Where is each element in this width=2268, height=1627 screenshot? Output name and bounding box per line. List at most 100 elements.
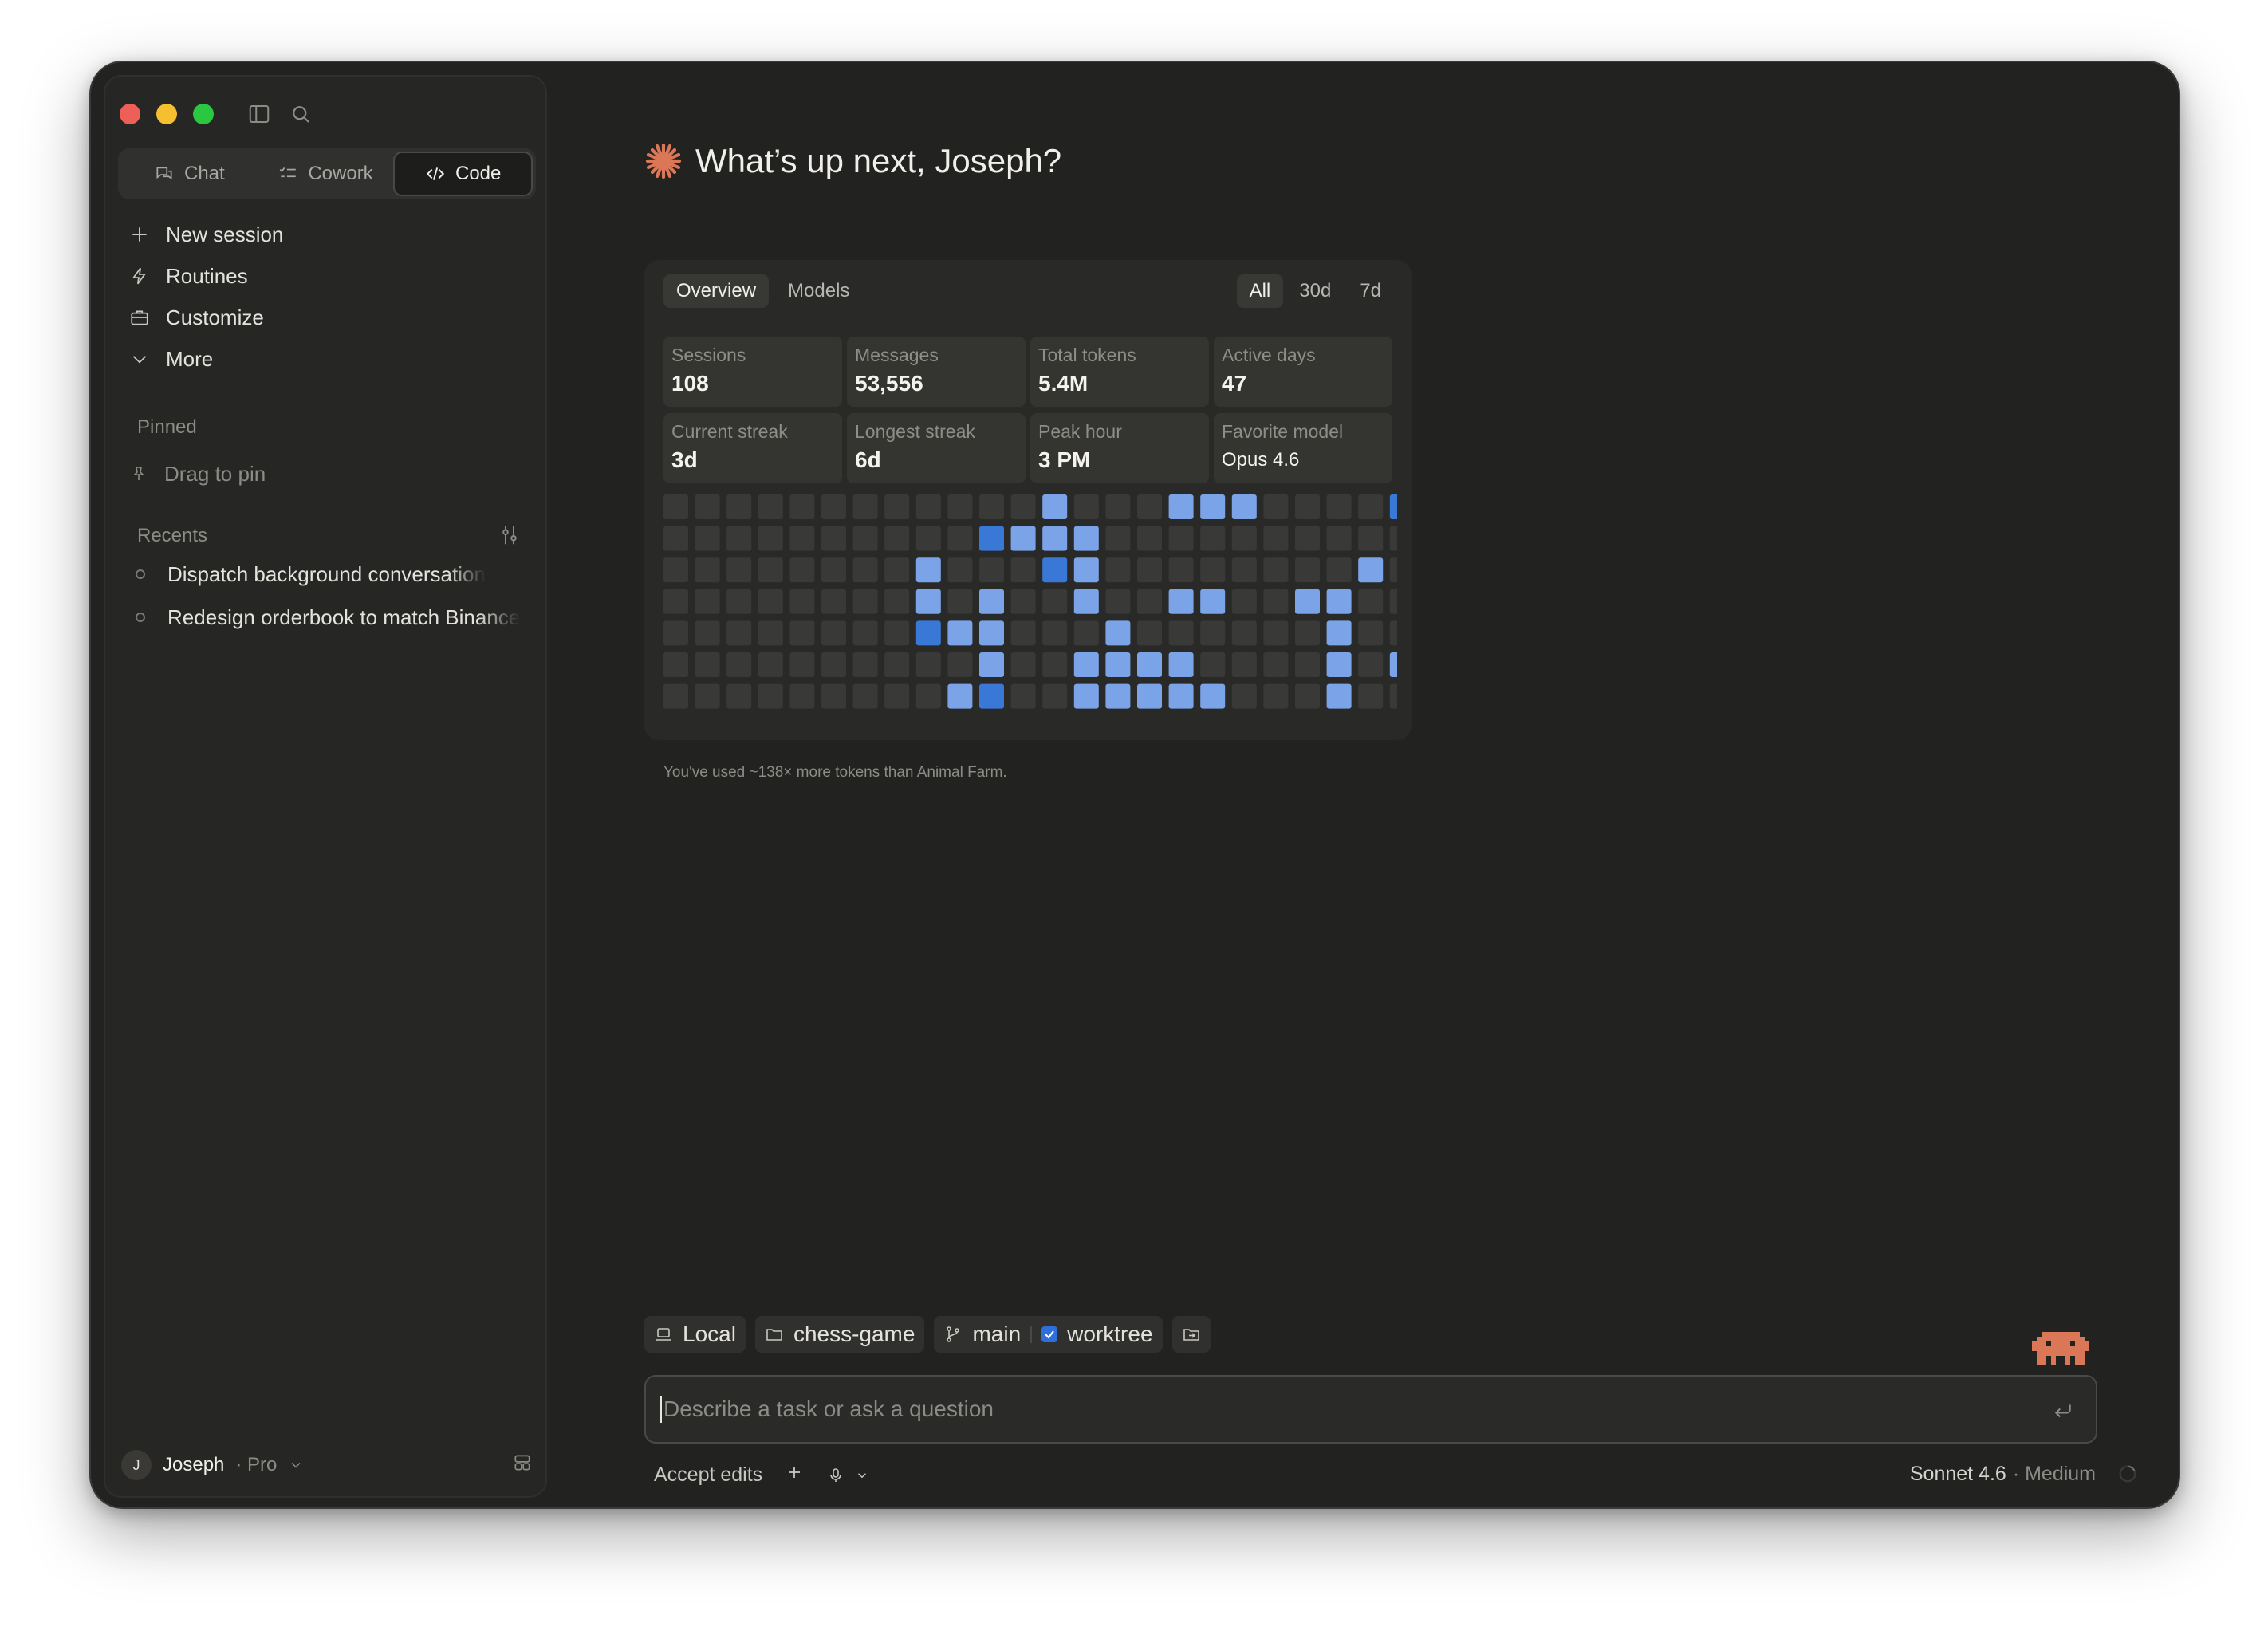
minimize-window-button[interactable]: [156, 104, 177, 124]
stat-label: Peak hour: [1038, 421, 1122, 442]
laptop-icon: [656, 1328, 671, 1341]
heatmap-cell: [726, 620, 752, 646]
heatmap-cell: [1389, 683, 1397, 709]
heatmap-cell: [1073, 557, 1099, 583]
heatmap-cell: [663, 557, 688, 583]
model-selector[interactable]: Sonnet 4.6 · Medium: [1910, 1463, 2096, 1486]
range-all[interactable]: All: [1236, 274, 1284, 308]
heatmap-cell: [789, 683, 815, 709]
plus-icon: [789, 1467, 801, 1478]
heatmap-cell: [1358, 494, 1384, 519]
chat-bubble-icon: [156, 167, 172, 180]
heatmap-cell: [1295, 589, 1320, 614]
heatmap-cell: [1326, 620, 1352, 646]
stat-label: Favorite model: [1222, 421, 1344, 442]
heatmap-cell: [1168, 589, 1194, 614]
heatmap-cell: [1200, 652, 1226, 677]
token-comparison-note: You've used ~138× more tokens than Anima…: [663, 764, 1007, 781]
recent-item[interactable]: Dispatch background conversation: [129, 553, 520, 595]
range-selector: All 30d 7d: [1236, 274, 1394, 308]
environment-chip[interactable]: Local: [644, 1316, 746, 1353]
heatmap-cell: [1042, 526, 1068, 551]
heatmap-cell: [758, 557, 783, 583]
heatmap-cell: [1263, 652, 1289, 677]
mode-cowork-tab[interactable]: Cowork: [258, 152, 394, 196]
heatmap-cell: [695, 494, 720, 519]
heatmap-cell: [915, 683, 941, 709]
add-attachment-button[interactable]: [785, 1463, 804, 1487]
heatmap-cell: [1200, 620, 1226, 646]
new-session-label: New session: [166, 222, 284, 246]
heatmap-cell: [884, 494, 910, 519]
layout-grid-icon[interactable]: [512, 1452, 533, 1479]
heatmap-cell: [884, 652, 910, 677]
mode-cowork-label: Cowork: [308, 163, 373, 184]
stat-value: 108: [671, 371, 709, 396]
range-7d[interactable]: 7d: [1347, 274, 1394, 308]
avatar: J: [121, 1450, 152, 1480]
heatmap-cell: [1358, 620, 1384, 646]
heatmap-cell: [1231, 557, 1257, 583]
model-name: Sonnet 4.6: [1909, 1463, 2006, 1485]
search-icon[interactable]: [289, 102, 313, 130]
heatmap-cell: [821, 589, 846, 614]
heatmap-cell: [1295, 620, 1320, 646]
heatmap-cell: [663, 620, 688, 646]
prompt-input-box[interactable]: [644, 1375, 2097, 1444]
zoom-window-button[interactable]: [193, 104, 214, 124]
range-30d[interactable]: 30d: [1286, 274, 1344, 308]
worktree-label: worktree: [1067, 1322, 1153, 1346]
more-button[interactable]: More: [116, 338, 534, 380]
heatmap-cell: [758, 589, 783, 614]
heatmap-cell: [695, 557, 720, 583]
git-branch-icon: [947, 1326, 960, 1342]
heatmap-cell: [1231, 620, 1257, 646]
account-menu[interactable]: J Joseph · Pro: [121, 1445, 533, 1485]
heatmap-cell: [1010, 494, 1036, 519]
close-window-button[interactable]: [120, 104, 140, 124]
context-chips: Local chess-game main worktree: [644, 1316, 1211, 1353]
heatmap-cell: [1010, 683, 1036, 709]
heatmap-cell: [915, 652, 941, 677]
heatmap-cell: [1010, 652, 1036, 677]
worktree-checkbox[interactable]: [1041, 1326, 1058, 1342]
filter-sliders-icon[interactable]: [498, 523, 522, 551]
customize-button[interactable]: Customize: [116, 297, 534, 338]
heatmap-cell: [1073, 526, 1099, 551]
sidebar-toggle-icon[interactable]: [247, 102, 271, 130]
heatmap-cell: [1105, 557, 1131, 583]
mode-chat-tab[interactable]: Chat: [121, 152, 258, 196]
heatmap-cell: [663, 683, 688, 709]
pin-drop-zone[interactable]: Drag to pin: [129, 453, 266, 494]
more-label: More: [166, 346, 214, 371]
mode-code-tab[interactable]: Code: [393, 152, 534, 196]
routines-label: Routines: [166, 263, 248, 288]
heatmap-cell: [1073, 494, 1099, 519]
heatmap-cell: [1105, 683, 1131, 709]
heatmap-cell: [1073, 652, 1099, 677]
voice-input-button[interactable]: [826, 1466, 869, 1485]
branch-chip[interactable]: main worktree: [934, 1316, 1163, 1353]
recent-item[interactable]: Redesign orderbook to match Binance: [129, 597, 520, 638]
stat-value: 47: [1222, 371, 1247, 396]
routines-button[interactable]: Routines: [116, 255, 534, 297]
heatmap-cell: [726, 589, 752, 614]
stat-card-active-days: Active days 47: [1214, 337, 1392, 407]
heatmap-cell: [1137, 526, 1162, 551]
prompt-input[interactable]: [663, 1397, 1939, 1422]
heatmap-cell: [852, 652, 878, 677]
heatmap-cell: [979, 494, 1004, 519]
tab-models[interactable]: Models: [775, 274, 862, 308]
text-caret: [660, 1396, 662, 1423]
checklist-icon: [279, 167, 297, 178]
new-session-button[interactable]: New session: [116, 214, 534, 255]
folder-chip[interactable]: chess-game: [754, 1316, 925, 1353]
open-folder-chip[interactable]: [1171, 1316, 1211, 1353]
send-enter-icon[interactable]: [2051, 1399, 2075, 1427]
heatmap-cell: [915, 620, 941, 646]
heatmap-cell: [1042, 620, 1068, 646]
tab-overview[interactable]: Overview: [663, 274, 770, 308]
accept-edits-toggle[interactable]: Accept edits: [654, 1464, 762, 1487]
heatmap-cell: [1073, 589, 1099, 614]
pin-hint: Drag to pin: [164, 461, 266, 486]
